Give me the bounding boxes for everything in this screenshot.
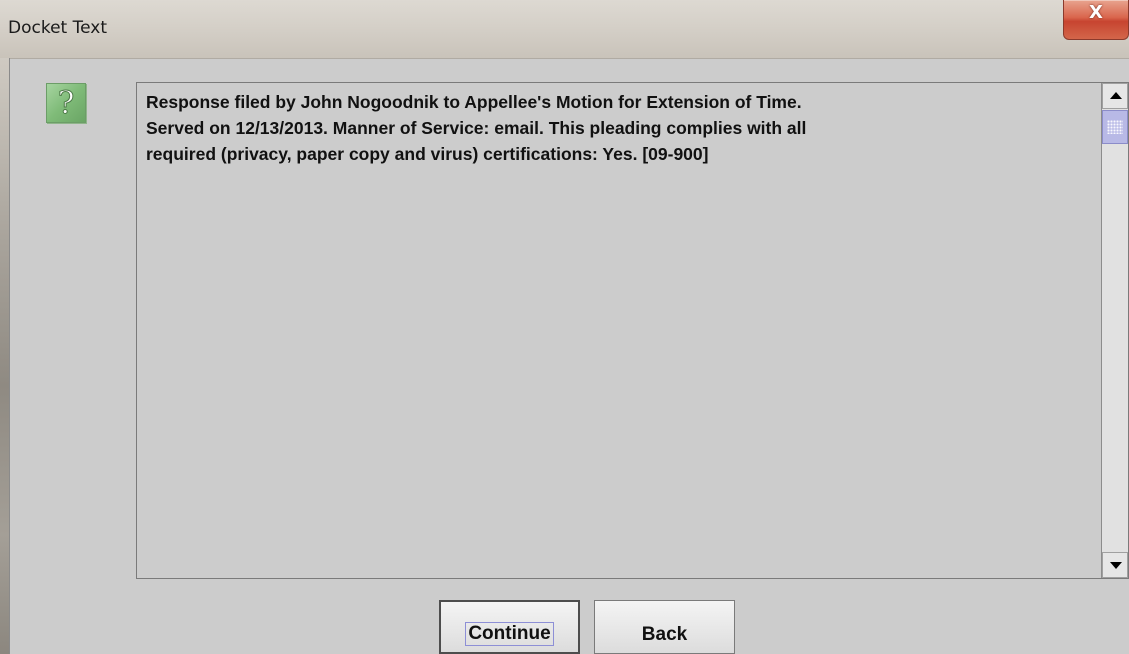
docket-message-text: Response filed by John Nogoodnik to Appe… [146,92,807,164]
window-title: Docket Text [8,18,107,38]
vertical-scrollbar[interactable] [1101,83,1128,578]
back-button[interactable]: Back [594,600,735,654]
question-icon: ? [46,83,86,123]
message-text-area[interactable]: Response filed by John Nogoodnik to Appe… [136,82,1129,579]
question-mark-glyph: ? [57,85,75,122]
scroll-down-button[interactable] [1102,552,1128,578]
continue-button-label: Continue [465,622,554,646]
grip-icon [1107,120,1123,134]
back-button-label: Back [641,624,688,645]
continue-button[interactable]: Continue [439,600,580,654]
title-bar[interactable]: Docket Text X [0,0,1129,59]
docket-text-dialog: Docket Text X ? Response filed by John N… [0,0,1129,654]
arrow-down-icon [1110,562,1122,569]
window-frame-left [0,58,9,654]
scroll-thumb[interactable] [1102,110,1128,144]
close-icon: X [1089,2,1103,23]
close-button[interactable]: X [1063,0,1129,40]
arrow-up-icon [1110,92,1122,99]
scroll-up-button[interactable] [1102,83,1128,109]
